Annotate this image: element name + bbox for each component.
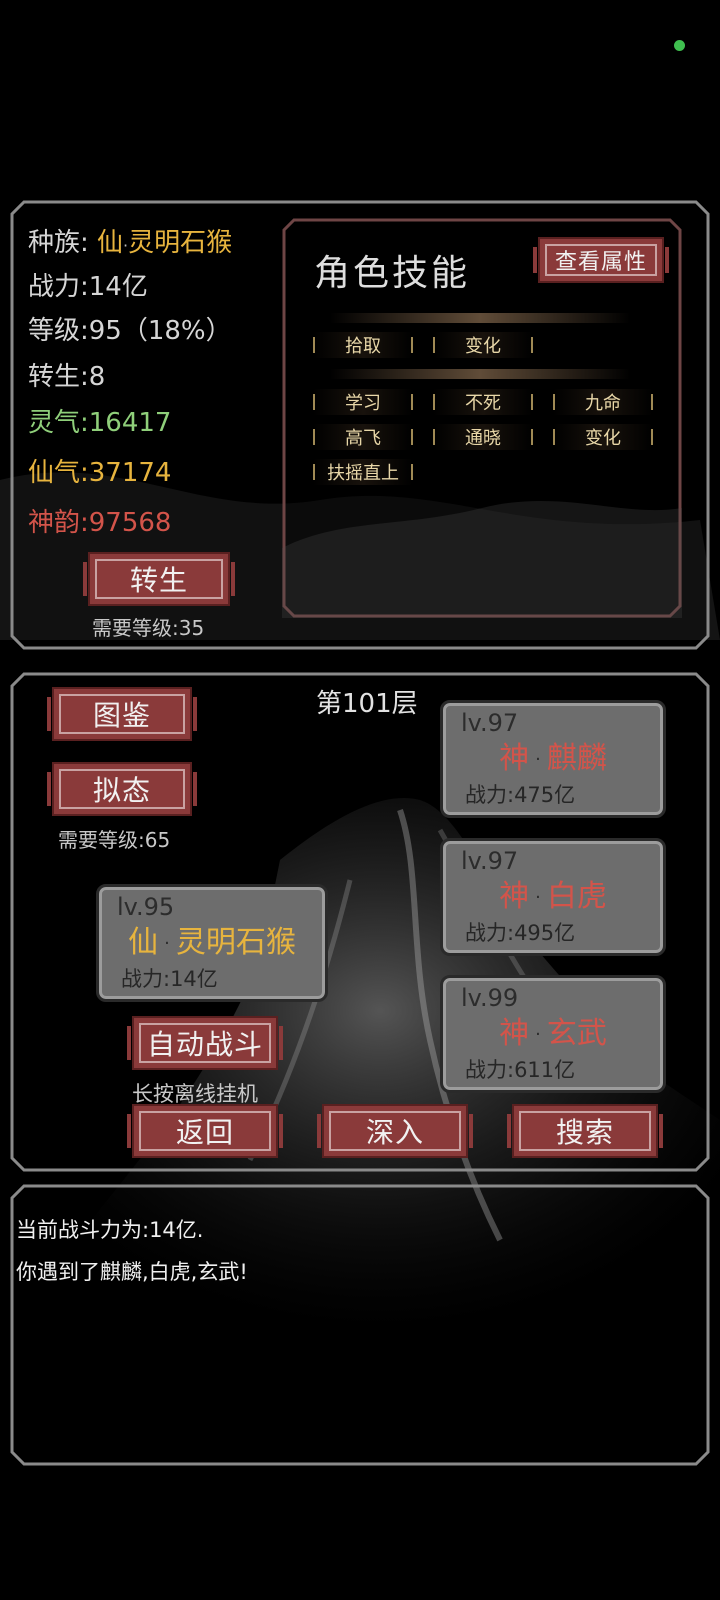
deeper-button-label: 深入 [365,1116,424,1149]
lingqi-value: 16417 [88,408,172,438]
skills-divider-top [330,313,630,323]
enemy-prefix: 神 [499,879,530,914]
race-label: 种族: [28,228,89,258]
level-label: 等级: [28,316,89,346]
rebirth-button-label: 转生 [129,564,188,597]
enemy-prefix: 神 [499,741,530,776]
view-attributes-button[interactable]: 查看属性 [533,237,669,283]
deeper-button[interactable]: 深入 [317,1104,473,1158]
back-button-label: 返回 [175,1116,234,1149]
player-prefix: 仙 [128,925,159,960]
enemy-card-xuanwu[interactable]: lv.99 神 · 玄武 战力:611亿 [440,975,666,1093]
shenyun-stat: 神韵:97568 [28,508,171,538]
enemy-name-text: 麒麟 [546,741,607,776]
lingqi-stat: 灵气:16417 [28,408,171,438]
log-line: 你遇到了麒麟,白虎,玄武! [16,1260,248,1284]
view-attributes-label: 查看属性 [554,250,647,275]
search-button-label: 搜索 [555,1116,614,1149]
floor-title: 第101层 [316,689,418,719]
race-name: 灵明石猴 [128,228,233,258]
skill-tag[interactable]: 九命 [553,389,653,415]
player-name: 仙 · 灵明石猴 [128,925,296,960]
level-value: 95（18%） [88,316,232,346]
shenyun-label: 神韵: [28,508,89,538]
search-button[interactable]: 搜索 [507,1104,663,1158]
power-stat: 战力:14亿 [28,272,148,302]
enemy-name-text: 白虎 [546,879,607,914]
atlas-button[interactable]: 图鉴 [47,687,197,741]
power-label: 战力: [28,272,89,302]
enemy-name: 神 · 白虎 [499,879,607,914]
mimic-button[interactable]: 拟态 [47,762,197,816]
xianqi-stat: 仙气:37174 [28,458,171,488]
enemy-power: 战力:475亿 [465,783,576,807]
auto-battle-label: 自动战斗 [146,1028,263,1061]
skills-title: 角色技能 [314,253,471,294]
skills-divider-middle [330,369,630,379]
atlas-button-label: 图鉴 [92,699,151,732]
enemy-card-baihu[interactable]: lv.97 神 · 白虎 战力:495亿 [440,838,666,956]
skill-tag[interactable]: 高飞 [313,424,413,450]
enemy-name-text: 玄武 [546,1016,607,1051]
shenyun-value: 97568 [88,508,172,538]
enemy-card-qilin[interactable]: lv.97 神 · 麒麟 战力:475亿 [440,700,666,818]
enemy-name: 神 · 麒麟 [499,741,607,776]
skill-tag[interactable]: 扶摇直上 [313,459,413,485]
skill-tag[interactable]: 变化 [433,332,533,358]
log-line: 当前战斗力为:14亿. [16,1218,204,1242]
enemy-name: 神 · 玄武 [499,1016,607,1051]
rebirth-button[interactable]: 转生 [83,552,235,606]
player-power: 战力:14亿 [121,967,218,991]
rebirth-label: 转生: [28,362,89,392]
rebirth-requirement: 需要等级:35 [92,616,205,640]
rebirth-stat: 转生:8 [28,362,105,392]
player-card[interactable]: lv.95 仙 · 灵明石猴 战力:14亿 [96,884,328,1002]
enemy-prefix: 神 [499,1016,530,1051]
xianqi-value: 37174 [88,458,172,488]
race-prefix: 仙 [97,228,124,258]
player-name-text: 灵明石猴 [175,925,296,960]
rebirth-value: 8 [88,362,106,392]
auto-battle-button[interactable]: 自动战斗 [127,1016,283,1070]
power-value: 14亿 [88,272,148,302]
mimic-requirement: 需要等级:65 [58,828,171,852]
skill-tag[interactable]: 变化 [553,424,653,450]
lingqi-label: 灵气: [28,408,89,438]
level-stat: 等级:95（18%） [28,316,232,346]
mimic-button-label: 拟态 [92,774,151,807]
back-button[interactable]: 返回 [127,1104,283,1158]
race-stat: 种族: 仙·灵明石猴 [28,228,233,258]
skill-tag[interactable]: 通晓 [433,424,533,450]
status-indicator [674,40,685,51]
skill-tag[interactable]: 拾取 [313,332,413,358]
enemy-power: 战力:611亿 [465,1058,576,1082]
skill-tag[interactable]: 不死 [433,389,533,415]
enemy-power: 战力:495亿 [465,921,576,945]
xianqi-label: 仙气: [28,458,89,488]
skill-tag[interactable]: 学习 [313,389,413,415]
